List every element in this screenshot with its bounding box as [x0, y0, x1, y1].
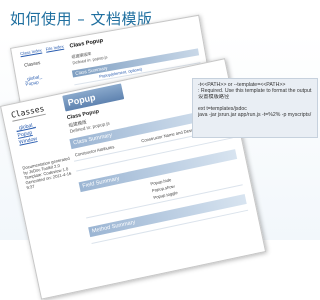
class-list: _global_ Popup — [24, 74, 43, 87]
file-index-link[interactable]: File Index — [45, 44, 64, 52]
class-list: _global_ Popup Window — [16, 122, 40, 147]
doc-subtitle: 组建模版库 Defined in: popup.js — [71, 48, 108, 65]
code-snippet-box: -t<<PATH>> or --template=<<PATH>> : Requ… — [192, 78, 318, 138]
class-index-link[interactable]: Class Index — [20, 48, 42, 57]
classes-heading: Classes — [10, 103, 46, 122]
doc-title: Class Popup — [69, 37, 104, 50]
slide-content: Class Index File Index Classes _global_ … — [0, 14, 320, 300]
classes-heading: Classes — [23, 59, 41, 68]
doc-title: Popup — [66, 92, 97, 108]
generated-info: Documentation generated by JsDoc Toolkit… — [21, 155, 72, 191]
code-line: java -jar jsrun.jar app/run.js -t=%2% -p… — [198, 112, 312, 118]
